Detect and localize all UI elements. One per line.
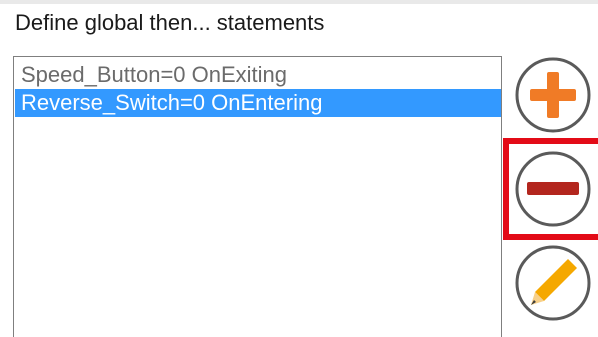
edit-statement-button[interactable] [514, 244, 592, 322]
pencil-icon [515, 245, 591, 321]
remove-statement-button[interactable] [514, 150, 592, 228]
add-statement-button[interactable] [514, 56, 592, 134]
statements-panel: Define global then... statements Speed_B… [0, 0, 598, 337]
list-item-selected[interactable]: Reverse_Switch=0 OnEntering [15, 89, 501, 117]
statements-listbox[interactable]: Speed_Button=0 OnExiting Reverse_Switch=… [13, 56, 502, 337]
plus-icon [515, 57, 591, 133]
minus-icon [515, 151, 591, 227]
list-item[interactable]: Speed_Button=0 OnExiting [15, 61, 501, 89]
top-divider [0, 0, 598, 4]
section-title: Define global then... statements [15, 10, 325, 35]
